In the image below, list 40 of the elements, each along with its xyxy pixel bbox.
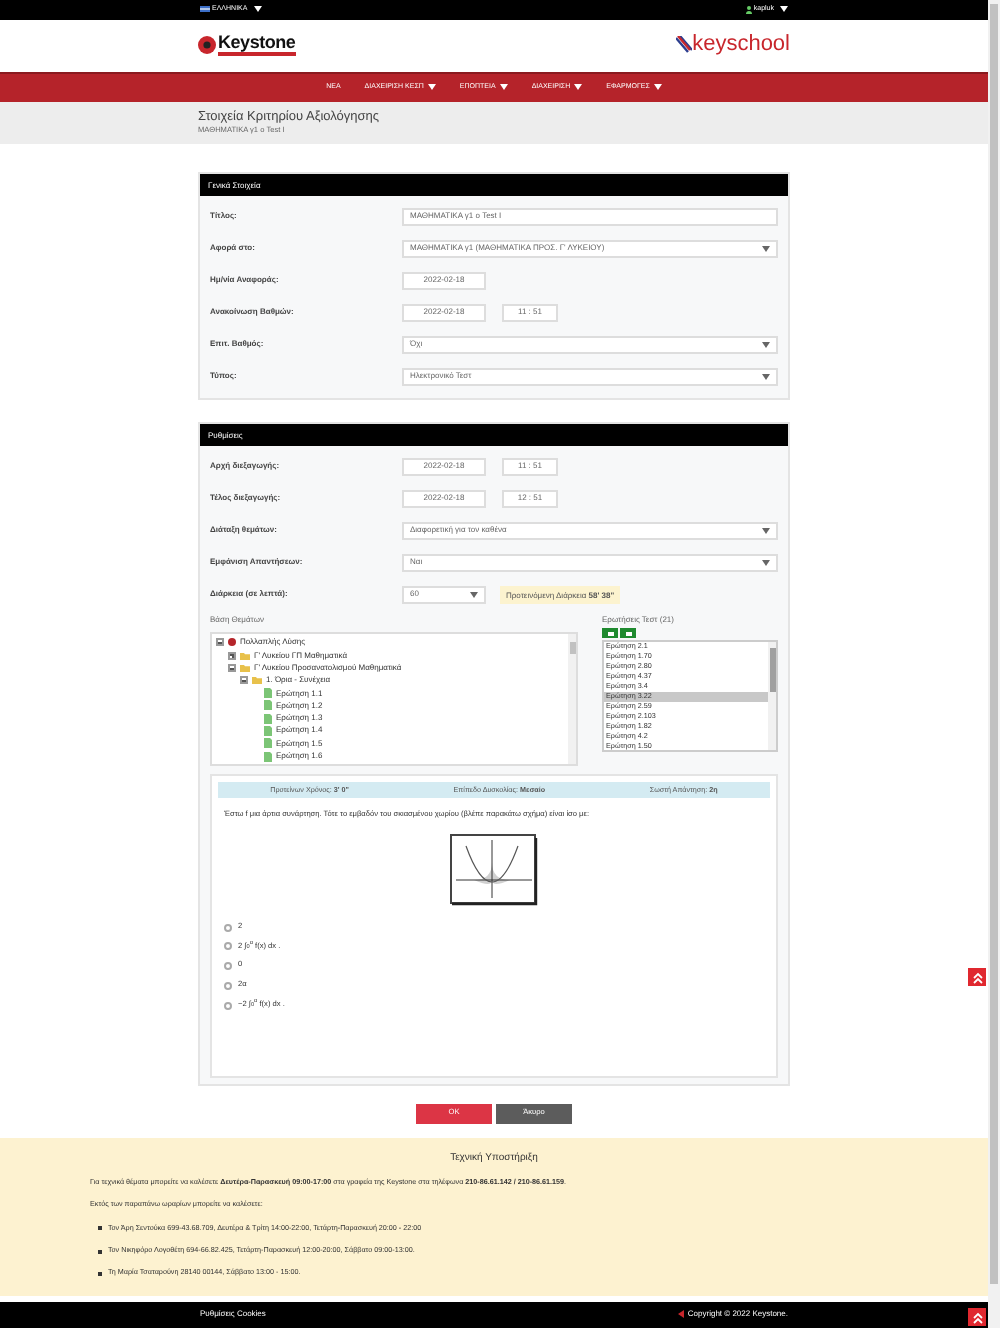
scroll-top-button[interactable] <box>968 968 986 986</box>
collapse-toggle[interactable] <box>228 663 236 672</box>
radio-button[interactable] <box>224 962 232 971</box>
radio-button[interactable] <box>224 923 232 932</box>
square-icon <box>625 631 631 636</box>
emblem-icon <box>198 36 216 55</box>
scroll-top-button[interactable] <box>968 1308 986 1326</box>
remove-button[interactable] <box>620 628 636 639</box>
caret-icon <box>762 245 770 252</box>
scrollbar[interactable] <box>768 642 776 751</box>
user-icon <box>745 5 752 14</box>
caret-icon <box>653 84 662 91</box>
root-icon <box>228 638 236 647</box>
square-icon <box>607 631 613 636</box>
add-button[interactable] <box>602 628 618 639</box>
caret-icon <box>762 373 770 380</box>
expand-toggle[interactable] <box>228 651 236 660</box>
collapse-toggle[interactable] <box>240 676 248 685</box>
radio-button[interactable] <box>224 981 232 990</box>
keyschool-logo: keyschool <box>676 34 790 57</box>
caret-icon <box>253 6 262 13</box>
double-chevron-up-icon <box>971 1311 983 1323</box>
book-icon <box>676 36 693 55</box>
caret-icon <box>762 341 770 348</box>
caret-icon <box>427 84 436 91</box>
graph-drawing <box>450 833 538 906</box>
caret-icon <box>574 84 583 91</box>
collapse-toggle[interactable] <box>216 638 224 647</box>
flag-icon <box>200 6 210 13</box>
caret-icon <box>499 84 508 91</box>
radio-button[interactable] <box>224 942 232 951</box>
keystone-logo: Keystone <box>198 34 296 57</box>
emblem-icon <box>677 1310 684 1319</box>
caret-icon <box>780 6 788 13</box>
caret-icon <box>762 527 770 534</box>
radio-button[interactable] <box>224 1001 232 1010</box>
page-scrollbar[interactable] <box>988 0 1000 1328</box>
caret-icon <box>762 559 770 566</box>
double-chevron-up-icon <box>971 971 983 983</box>
caret-icon <box>470 591 478 598</box>
